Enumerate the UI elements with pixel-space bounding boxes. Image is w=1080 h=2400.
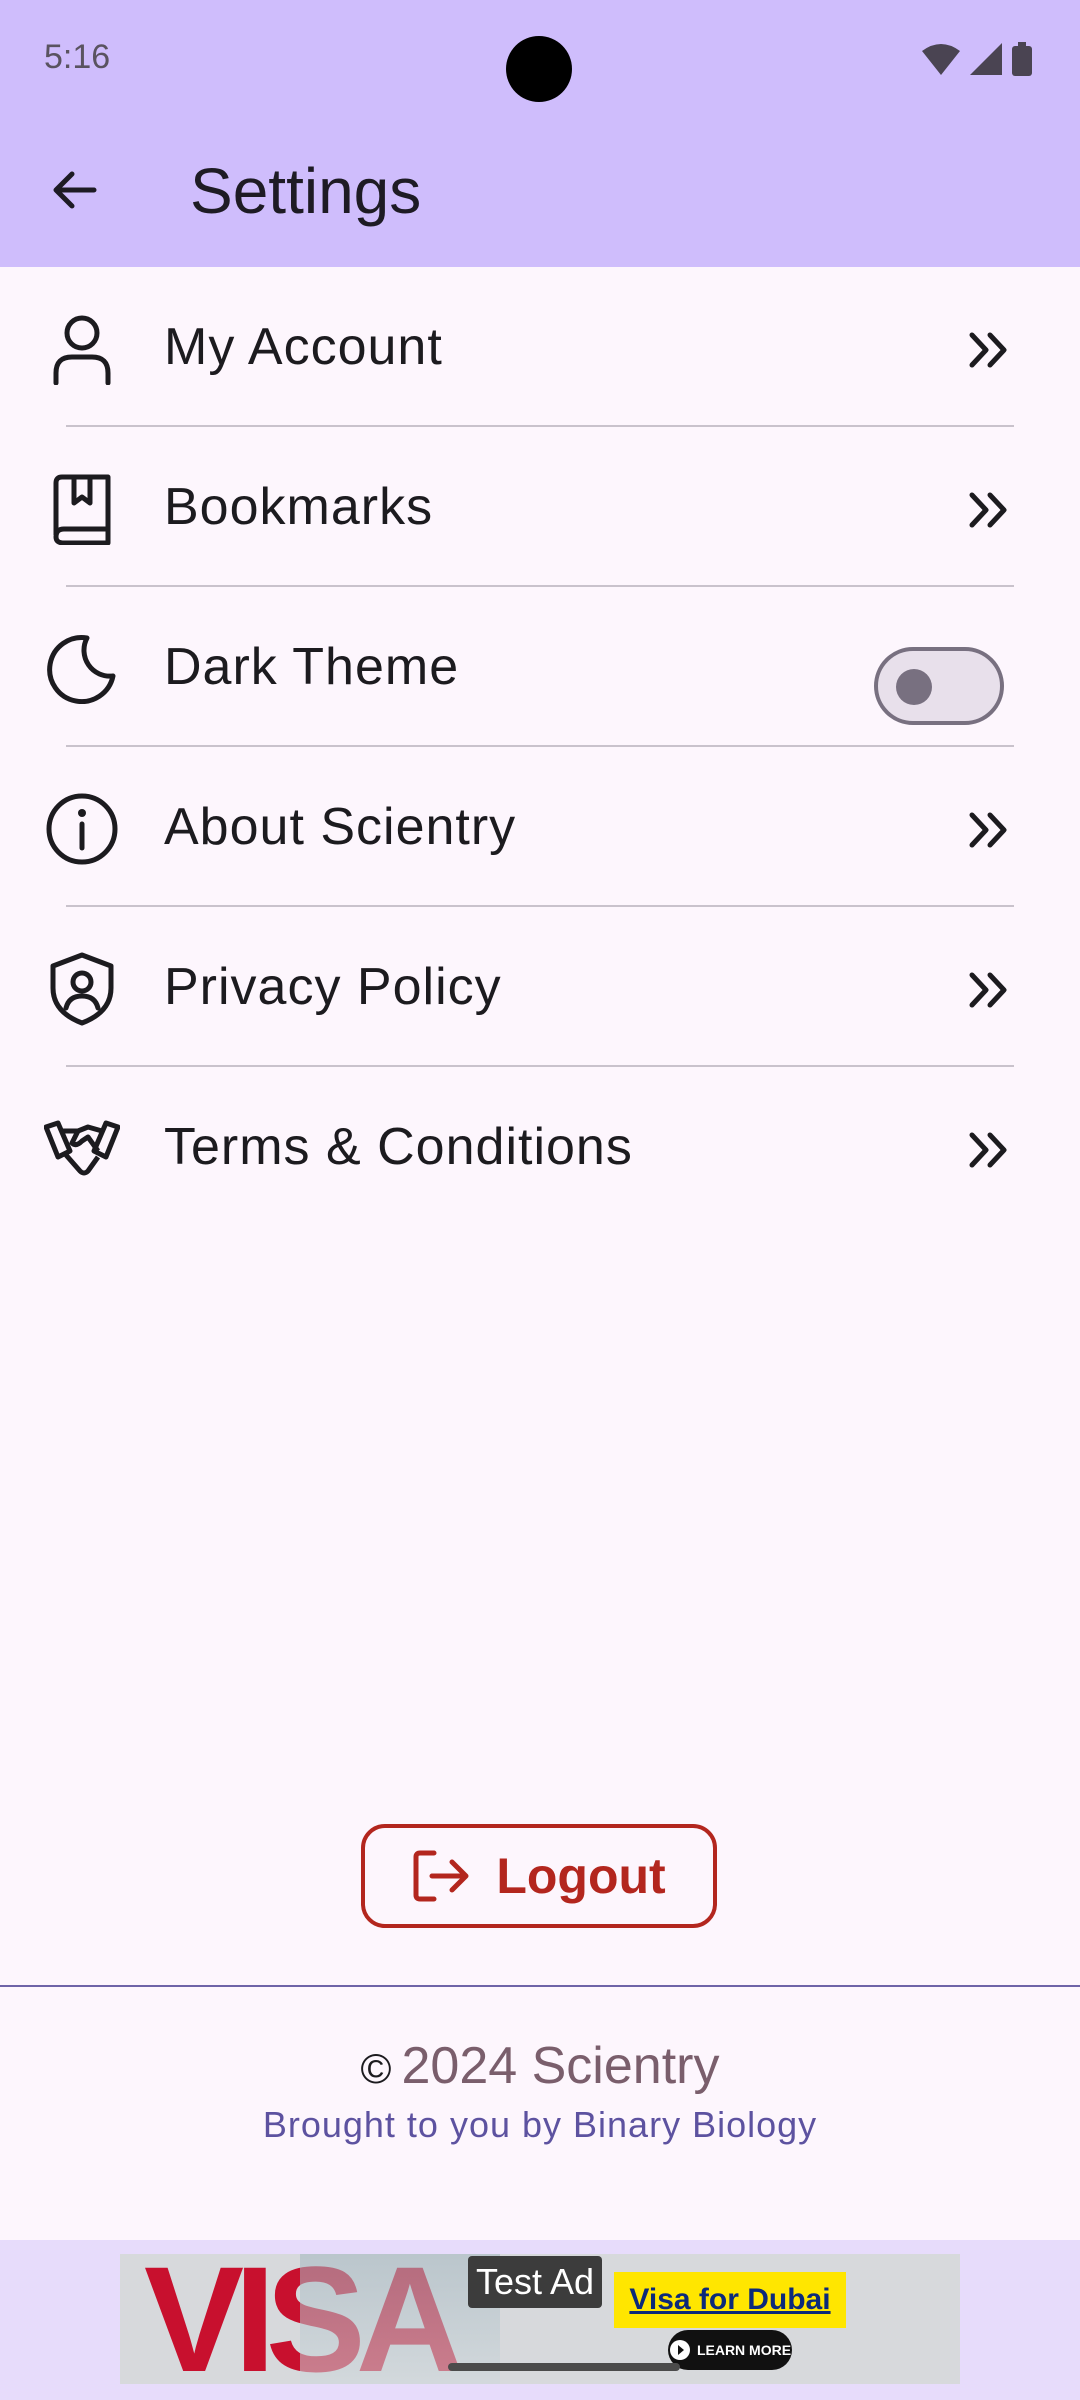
chevron-double-right-icon — [969, 1132, 1007, 1168]
copyright-symbol: © — [360, 2045, 392, 2093]
signal-icon — [970, 43, 1002, 75]
settings-item-label: Dark Theme — [164, 638, 460, 696]
settings-item-my-account[interactable]: My Account — [0, 267, 1080, 427]
wifi-icon — [922, 44, 960, 75]
settings-item-label: Privacy Policy — [164, 958, 502, 1016]
settings-item-terms[interactable]: Terms & Conditions — [0, 1067, 1080, 1227]
settings-list: My Account Bookmarks Dark Theme About Sc… — [0, 267, 1080, 1227]
moon-icon — [42, 629, 122, 709]
logout-button[interactable]: Logout — [361, 1824, 717, 1928]
app-bar: 5:16 Settings — [0, 0, 1080, 267]
ad-learn-more-button[interactable]: LEARN MORE — [668, 2330, 792, 2370]
settings-item-label: My Account — [164, 318, 443, 376]
person-icon — [42, 309, 122, 389]
logout-label: Logout — [496, 1848, 666, 1904]
copyright-text: 2024 Scientry — [401, 2037, 720, 2095]
ad-offer-text[interactable]: Visa for Dubai — [614, 2272, 846, 2328]
chevron-double-right-icon — [969, 812, 1007, 848]
home-indicator[interactable] — [448, 2363, 680, 2371]
info-icon — [42, 789, 122, 869]
logout-icon — [413, 1850, 469, 1902]
ad-cta-label: LEARN MORE — [696, 2342, 792, 2358]
status-icons — [922, 42, 1032, 76]
settings-item-bookmarks[interactable]: Bookmarks — [0, 427, 1080, 587]
chevron-double-right-icon — [969, 332, 1007, 368]
battery-icon — [1012, 42, 1032, 76]
play-circle-icon — [669, 2340, 690, 2360]
settings-item-label: About Scientry — [164, 798, 517, 856]
toggle-knob — [896, 669, 932, 705]
settings-item-privacy-policy[interactable]: Privacy Policy — [0, 907, 1080, 1067]
status-time: 5:16 — [44, 38, 111, 76]
chevron-double-right-icon — [969, 492, 1007, 528]
camera-cutout — [506, 36, 572, 102]
test-ad-badge: Test Ad — [468, 2256, 603, 2308]
settings-item-about[interactable]: About Scientry — [0, 747, 1080, 907]
dark-theme-toggle[interactable] — [874, 647, 1004, 725]
page-title: Settings — [190, 155, 422, 227]
shield-user-icon — [42, 949, 122, 1029]
chevron-double-right-icon — [969, 972, 1007, 1008]
copyright: © 2024 Scientry — [0, 2036, 1080, 2096]
settings-item-label: Terms & Conditions — [164, 1118, 633, 1176]
bookmark-book-icon — [42, 469, 122, 549]
arrow-left-icon — [53, 171, 97, 209]
back-button[interactable] — [44, 160, 104, 220]
settings-item-label: Bookmarks — [164, 478, 434, 536]
credit-text: Brought to you by Binary Biology — [262, 2104, 818, 2145]
footer-divider — [0, 1985, 1080, 1987]
handshake-icon — [42, 1109, 122, 1189]
